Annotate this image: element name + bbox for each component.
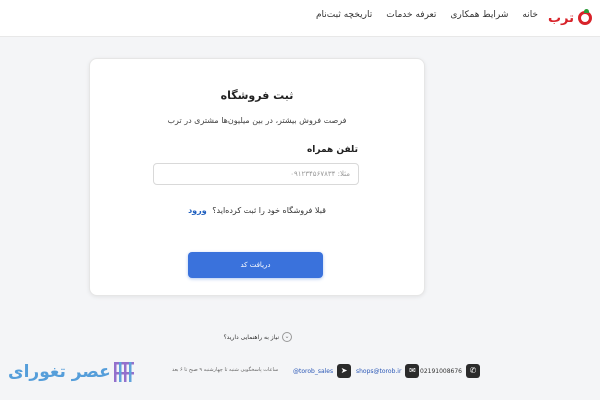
watermark-pixel-icon <box>113 362 134 382</box>
brand-name: ترب <box>547 10 574 26</box>
support-hours: ساعات پاسخگویی شنبه تا چهارشنبه ۹ صبح تا… <box>172 367 279 373</box>
chevron-down-icon: ⌄ <box>282 332 292 342</box>
phone-number: 02191008676 <box>420 367 462 375</box>
footer-email[interactable]: shops@torob.ir ✉ <box>356 364 420 378</box>
phone-input[interactable] <box>153 163 359 185</box>
nav-pricing[interactable]: تعرفه خدمات <box>386 10 436 20</box>
mail-icon: ✉ <box>405 364 420 378</box>
page-title: ثبت فروشگاه <box>220 89 294 102</box>
torob-logo-icon <box>578 9 592 25</box>
nav-home[interactable]: خانه <box>522 10 538 20</box>
telegram-icon: ➤ <box>337 364 352 378</box>
get-code-button[interactable]: دریافت کد <box>188 252 323 278</box>
page-subtitle: فرصت فروش بیشتر، در بین میلیون‌ها مشتری … <box>167 116 347 125</box>
watermark-text: عصر تغورای <box>8 362 111 382</box>
help-label: نیاز به راهنمایی دارید؟ <box>223 333 279 341</box>
phone-icon: ✆ <box>466 364 480 378</box>
nav-cooperation-terms[interactable]: شرایط همکاری <box>450 10 508 20</box>
watermark-logo: عصر تغورای <box>8 360 134 384</box>
register-shop-card: ثبت فروشگاه فرصت فروش بیشتر، در بین میلی… <box>89 58 425 296</box>
nav-registration-history[interactable]: تاریخچه ثبت‌نام <box>316 10 372 20</box>
help-link[interactable]: نیاز به راهنمایی دارید؟ ⌄ <box>222 331 292 343</box>
login-prompt: قبلا فروشگاه خود را ثبت کرده‌اید؟ ورود <box>90 206 424 215</box>
login-question: قبلا فروشگاه خود را ثبت کرده‌اید؟ <box>212 206 326 215</box>
main-nav: خانه شرایط همکاری تعرفه خدمات تاریخچه ثب… <box>316 10 538 20</box>
top-navbar: ترب خانه شرایط همکاری تعرفه خدمات تاریخچ… <box>0 0 600 37</box>
email-address: shops@torob.ir <box>356 367 402 375</box>
footer-phone[interactable]: 02191008676 ✆ <box>420 364 480 378</box>
torob-logo[interactable]: ترب <box>548 8 592 28</box>
telegram-handle: @torob_sales <box>293 367 334 375</box>
login-link[interactable]: ورود <box>188 206 207 215</box>
footer-telegram[interactable]: @torob_sales ➤ <box>293 364 352 378</box>
phone-label: تلفن همراه <box>306 145 358 155</box>
